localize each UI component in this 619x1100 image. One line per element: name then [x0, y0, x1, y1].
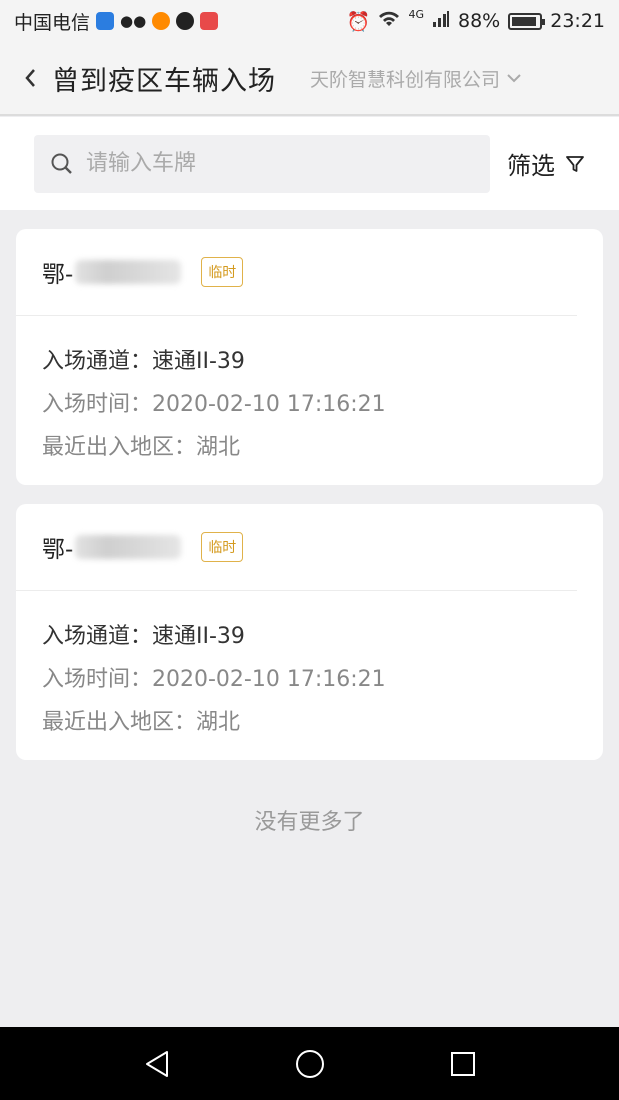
temporary-badge: 临时 [201, 532, 244, 562]
plate-number-blurred [75, 535, 182, 559]
navigation-icon [176, 12, 195, 30]
license-plate: 鄂- [42, 255, 182, 289]
nav-back-button[interactable] [127, 1034, 187, 1094]
news-icon [200, 12, 219, 30]
square-recents-icon [450, 1051, 475, 1076]
circle-home-icon [295, 1049, 324, 1078]
company-selector[interactable]: 天阶智慧科创有限公司 [310, 65, 522, 92]
triangle-back-icon [145, 1050, 168, 1077]
clock: 23:21 [550, 10, 605, 32]
recent-region: 最近出入地区：湖北 [42, 710, 241, 735]
filter-icon [566, 155, 584, 172]
entry-time: 入场时间：2020-02-10 17:16:21 [42, 392, 386, 417]
app-header: 曾到疫区车辆入场 天阶智慧科创有限公司 [0, 42, 619, 116]
page-title: 曾到疫区车辆入场 [52, 65, 276, 97]
signal-icon [432, 10, 450, 33]
filter-label: 筛选 [507, 152, 555, 180]
nav-recents-button[interactable] [433, 1034, 493, 1094]
company-name: 天阶智慧科创有限公司 [310, 68, 501, 91]
temporary-badge: 临时 [201, 257, 244, 287]
vehicle-record-card[interactable]: 鄂- 临时 入场通道：速通II-39 入场时间：2020-02-10 17:16… [16, 229, 603, 485]
battery-percent: 88% [458, 10, 501, 32]
network-label: 4G [408, 7, 424, 21]
card-header: 鄂- 临时 [16, 229, 577, 316]
no-more-text: 没有更多了 [254, 810, 365, 835]
system-nav-bar [0, 1027, 619, 1100]
wifi-icon [378, 10, 400, 33]
back-button[interactable] [18, 63, 42, 93]
alarm-icon: ⏰ [346, 10, 371, 33]
plate-prefix: 鄂- [42, 537, 74, 563]
wechat-icon: ●● [120, 12, 147, 30]
vehicle-record-card[interactable]: 鄂- 临时 入场通道：速通II-39 入场时间：2020-02-10 17:16… [16, 504, 603, 760]
shield-icon [96, 12, 115, 30]
plate-number-blurred [75, 260, 182, 284]
chevron-down-icon [507, 74, 521, 83]
entry-channel: 入场通道：速通II-39 [42, 624, 245, 649]
entry-channel: 入场通道：速通II-39 [42, 349, 245, 374]
entry-time: 入场时间：2020-02-10 17:16:21 [42, 667, 386, 692]
search-bar: 筛选 [0, 117, 619, 210]
license-plate: 鄂- [42, 530, 182, 564]
recent-region: 最近出入地区：湖北 [42, 435, 241, 460]
nav-home-button[interactable] [280, 1034, 340, 1094]
chevron-left-icon [25, 69, 35, 87]
plate-search-input[interactable] [86, 151, 466, 176]
search-box[interactable] [34, 134, 490, 193]
battery-icon [508, 12, 546, 30]
filter-button[interactable]: 筛选 [507, 146, 585, 181]
carrier-label: 中国电信 [14, 11, 91, 34]
card-header: 鄂- 临时 [16, 504, 577, 591]
status-bar: 中国电信 ●● ⏰ 4G 88% 23:21 [0, 0, 619, 42]
browser-icon [152, 12, 171, 30]
search-icon [51, 153, 72, 174]
plate-prefix: 鄂- [42, 262, 74, 288]
